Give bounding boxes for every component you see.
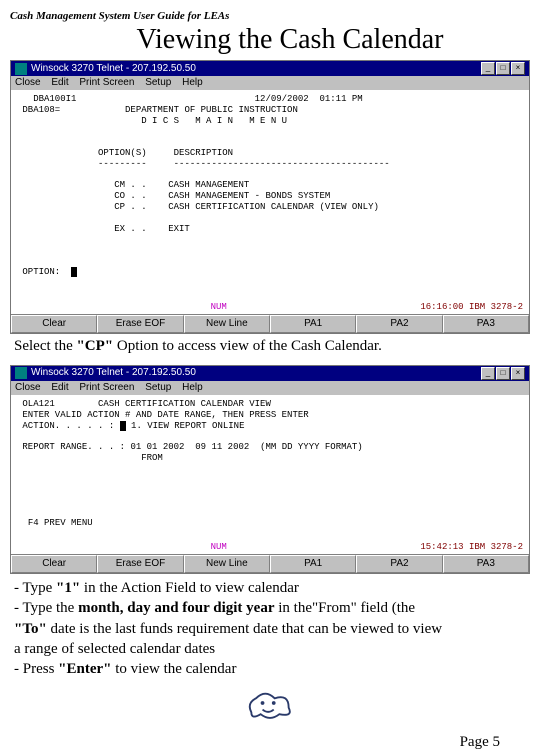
menu-item[interactable]: Close xyxy=(15,382,41,393)
menu-item[interactable]: Print Screen xyxy=(79,382,134,393)
status-line: NUM 16:16:00 IBM 3278-2 xyxy=(17,302,523,313)
status-num: NUM xyxy=(211,302,227,313)
instruction-list: - Type "1" in the Action Field to view c… xyxy=(14,578,530,679)
screen-code: DBA100I1 xyxy=(33,94,76,104)
option-prompt: OPTION: xyxy=(22,267,60,277)
window-title: Winsock 3270 Telnet - 207.192.50.50 xyxy=(31,367,196,379)
menu-item[interactable]: Edit xyxy=(51,77,68,88)
cursor-icon xyxy=(120,421,126,431)
fn-erase-eof[interactable]: Erase EOF xyxy=(97,555,183,573)
close-icon[interactable]: × xyxy=(511,62,525,75)
action-label: ACTION. . . . . : xyxy=(22,421,114,431)
titlebar: Winsock 3270 Telnet - 207.192.50.50 _ □ … xyxy=(11,61,529,76)
minimize-icon[interactable]: _ xyxy=(481,367,495,380)
menu-item[interactable]: Edit xyxy=(51,382,68,393)
app-icon xyxy=(15,367,27,379)
status-right: 16:16:00 IBM 3278-2 xyxy=(420,302,523,313)
window-title: Winsock 3270 Telnet - 207.192.50.50 xyxy=(31,63,196,75)
close-icon[interactable]: × xyxy=(511,367,525,380)
fn-pa3[interactable]: PA3 xyxy=(443,315,529,333)
page-title: Viewing the Cash Calendar xyxy=(10,24,530,56)
maximize-icon[interactable]: □ xyxy=(496,62,510,75)
option-code: CP . . xyxy=(114,202,146,212)
screen-code: OLA121 xyxy=(22,399,54,409)
fn-clear[interactable]: Clear xyxy=(11,315,97,333)
option-code: CM . . xyxy=(114,180,146,190)
footer-hint: F4 PREV MENU xyxy=(28,518,93,528)
menubar: Close Edit Print Screen Setup Help xyxy=(11,76,529,90)
range-label: REPORT RANGE. . . : xyxy=(22,442,125,452)
instruction-text: Select the "CP" Option to access view of… xyxy=(14,338,530,355)
function-key-row: Clear Erase EOF New Line PA1 PA2 PA3 xyxy=(11,314,529,333)
from-tag: FROM xyxy=(141,453,163,463)
fn-erase-eof[interactable]: Erase EOF xyxy=(97,315,183,333)
menu-item[interactable]: Setup xyxy=(145,382,171,393)
menu-item[interactable]: Setup xyxy=(145,77,171,88)
option-desc: CASH MANAGEMENT xyxy=(168,180,249,190)
option-desc: EXIT xyxy=(168,224,190,234)
menu-item[interactable]: Help xyxy=(182,77,203,88)
doc-header-small: Cash Management System User Guide for LE… xyxy=(10,10,530,22)
col-header: OPTION(S) xyxy=(98,148,147,158)
screen-datetime: 12/09/2002 01:11 PM xyxy=(255,94,363,104)
fn-clear[interactable]: Clear xyxy=(11,555,97,573)
action-desc: 1. VIEW REPORT ONLINE xyxy=(131,421,244,431)
app-icon xyxy=(15,63,27,75)
range-format: (MM DD YYYY FORMAT) xyxy=(260,442,363,452)
option-code: EX . . xyxy=(114,224,146,234)
col-header: DESCRIPTION xyxy=(174,148,233,158)
titlebar: Winsock 3270 Telnet - 207.192.50.50 _ □ … xyxy=(11,366,529,381)
terminal-screen[interactable]: DBA100I1 12/09/2002 01:11 PM DBA108= DEP… xyxy=(11,90,529,314)
screen-dept: DEPARTMENT OF PUBLIC INSTRUCTION xyxy=(125,105,298,115)
range-from: 01 01 2002 xyxy=(130,442,184,452)
divider: ---------------------------------------- xyxy=(174,159,390,169)
fn-pa3[interactable]: PA3 xyxy=(443,555,529,573)
divider: --------- xyxy=(98,159,147,169)
cursor-icon xyxy=(71,267,77,277)
screen-agency: DBA108= xyxy=(22,105,60,115)
menu-item[interactable]: Help xyxy=(182,382,203,393)
fn-pa2[interactable]: PA2 xyxy=(356,555,442,573)
page-number: Page 5 xyxy=(10,734,530,751)
fn-pa2[interactable]: PA2 xyxy=(356,315,442,333)
maximize-icon[interactable]: □ xyxy=(496,367,510,380)
range-to: 09 11 2002 xyxy=(195,442,249,452)
decorative-doodle-icon xyxy=(10,683,530,728)
menu-item[interactable]: Print Screen xyxy=(79,77,134,88)
menu-item[interactable]: Close xyxy=(15,77,41,88)
status-line: NUM 15:42:13 IBM 3278-2 xyxy=(17,542,523,553)
fn-new-line[interactable]: New Line xyxy=(184,315,270,333)
fn-pa1[interactable]: PA1 xyxy=(270,315,356,333)
option-code: CO . . xyxy=(114,191,146,201)
terminal-window-1: Winsock 3270 Telnet - 207.192.50.50 _ □ … xyxy=(10,60,530,334)
function-key-row: Clear Erase EOF New Line PA1 PA2 PA3 xyxy=(11,554,529,573)
fn-new-line[interactable]: New Line xyxy=(184,555,270,573)
screen-instruction: ENTER VALID ACTION # AND DATE RANGE, THE… xyxy=(22,410,308,420)
menubar: Close Edit Print Screen Setup Help xyxy=(11,381,529,395)
minimize-icon[interactable]: _ xyxy=(481,62,495,75)
fn-pa1[interactable]: PA1 xyxy=(270,555,356,573)
terminal-screen[interactable]: OLA121 CASH CERTIFICATION CALENDAR VIEW … xyxy=(11,395,529,554)
option-desc: CASH MANAGEMENT - BONDS SYSTEM xyxy=(168,191,330,201)
screen-menu-title: CASH CERTIFICATION CALENDAR VIEW xyxy=(98,399,271,409)
status-num: NUM xyxy=(211,542,227,553)
screen-menu-title: D I C S M A I N M E N U xyxy=(141,116,287,126)
status-right: 15:42:13 IBM 3278-2 xyxy=(420,542,523,553)
terminal-window-2: Winsock 3270 Telnet - 207.192.50.50 _ □ … xyxy=(10,365,530,574)
option-desc: CASH CERTIFICATION CALENDAR (VIEW ONLY) xyxy=(168,202,379,212)
